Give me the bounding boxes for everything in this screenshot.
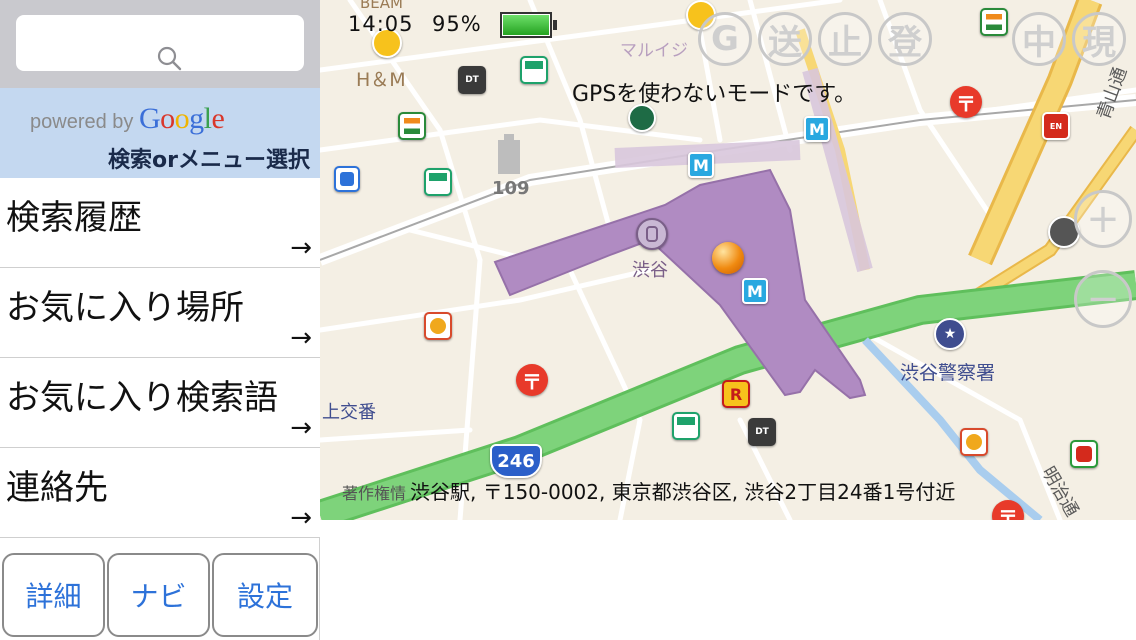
menu-item-search-history[interactable]: 検索履歴 →: [0, 178, 320, 268]
arrow-right-icon: →: [290, 413, 312, 443]
map-copyright: 著作権情: [342, 484, 407, 503]
map-label-koban: 上交番: [322, 402, 376, 423]
arrow-right-icon: →: [290, 323, 312, 353]
starbucks-icon[interactable]: [628, 104, 656, 132]
menu-item-label: お気に入り検索語: [6, 378, 278, 418]
menu-hint: 検索orメニュー選択: [108, 148, 310, 173]
map-view[interactable]: H＆M 109 渋谷 渋谷警察署 上交番 マルイジ BEAM 青山通 明治通 2…: [320, 0, 1136, 520]
route-246-shield: 246: [490, 444, 542, 478]
menu-item-contacts[interactable]: 連絡先 →: [0, 448, 320, 538]
map-label-police-station: 渋谷警察署: [900, 362, 996, 384]
zoom-out-button[interactable]: −: [1074, 270, 1132, 328]
menu-item-label: 連絡先: [6, 468, 108, 508]
doutor-icon[interactable]: DT: [458, 66, 486, 94]
powered-by-google: powered by Google: [30, 102, 225, 136]
arrow-right-icon: →: [290, 233, 312, 263]
status-time: 14:05: [348, 12, 414, 36]
map-label-hm: H＆M: [356, 69, 406, 91]
seven-eleven-icon[interactable]: [398, 112, 426, 140]
sunkus-icon[interactable]: [424, 312, 452, 340]
metro-icon[interactable]: M: [742, 278, 768, 304]
status-battery-text: 95%: [432, 12, 482, 36]
restaurant-r-icon[interactable]: R: [722, 380, 750, 408]
seven-eleven-icon[interactable]: [980, 8, 1008, 36]
battery-icon: [500, 12, 552, 38]
familymart-icon[interactable]: [672, 412, 700, 440]
map-label-marui: マルイジ: [620, 41, 688, 61]
location-pin[interactable]: [712, 242, 744, 274]
doutor-icon[interactable]: DT: [748, 418, 776, 446]
google-search-button[interactable]: G: [698, 12, 752, 66]
current-address: 渋谷駅, 〒150-0002, 東京都渋谷区, 渋谷2丁目24番1号付近: [410, 480, 956, 504]
send-button[interactable]: 送: [758, 12, 812, 66]
eneos-icon[interactable]: EN: [1042, 112, 1070, 140]
google-logo: Google: [138, 102, 225, 135]
zoom-in-button[interactable]: +: [1074, 190, 1132, 248]
post-office-icon[interactable]: 〒: [950, 86, 982, 118]
map-label-109: 109: [492, 178, 530, 199]
metro-icon[interactable]: M: [804, 116, 830, 142]
familymart-icon[interactable]: [424, 168, 452, 196]
arrow-right-icon: →: [290, 503, 312, 533]
powered-by-text: powered by: [30, 111, 134, 133]
settings-button[interactable]: 設定: [212, 553, 318, 637]
search-bar: [0, 0, 320, 88]
navi-button[interactable]: ナビ: [107, 553, 210, 637]
detail-button[interactable]: 詳細: [2, 553, 105, 637]
register-button[interactable]: 登: [878, 12, 932, 66]
sunkus-icon[interactable]: [960, 428, 988, 456]
menu-item-label: お気に入り場所: [6, 288, 244, 328]
supermarket-icon[interactable]: [1070, 440, 1098, 468]
lawson-icon[interactable]: [334, 166, 360, 192]
menu-item-favorite-search-terms[interactable]: お気に入り検索語 →: [0, 358, 320, 448]
stop-button[interactable]: 止: [818, 12, 872, 66]
search-icon: [157, 46, 182, 71]
search-input[interactable]: [16, 15, 304, 71]
familymart-icon[interactable]: [520, 56, 548, 84]
police-icon[interactable]: ★: [934, 318, 966, 350]
menu-item-favorite-places[interactable]: お気に入り場所 →: [0, 268, 320, 358]
center-button[interactable]: 中: [1012, 12, 1066, 66]
left-panel: powered by Google 検索orメニュー選択 検索履歴 → お気に入…: [0, 0, 320, 640]
map-label-shibuya-station: 渋谷: [632, 260, 668, 281]
app-root: powered by Google 検索orメニュー選択 検索履歴 → お気に入…: [0, 0, 1136, 640]
metro-icon[interactable]: M: [688, 152, 714, 178]
train-station-icon[interactable]: [636, 218, 668, 250]
google-attribution: powered by Google 検索orメニュー選択: [0, 88, 320, 178]
map-label-beam: BEAM: [360, 0, 403, 12]
gps-mode-message: GPSを使わないモードです。: [572, 82, 857, 107]
battery-tip: [553, 20, 557, 30]
menu-item-label: 検索履歴: [6, 198, 142, 238]
post-office-icon[interactable]: 〒: [516, 364, 548, 396]
current-location-button[interactable]: 現: [1072, 12, 1126, 66]
